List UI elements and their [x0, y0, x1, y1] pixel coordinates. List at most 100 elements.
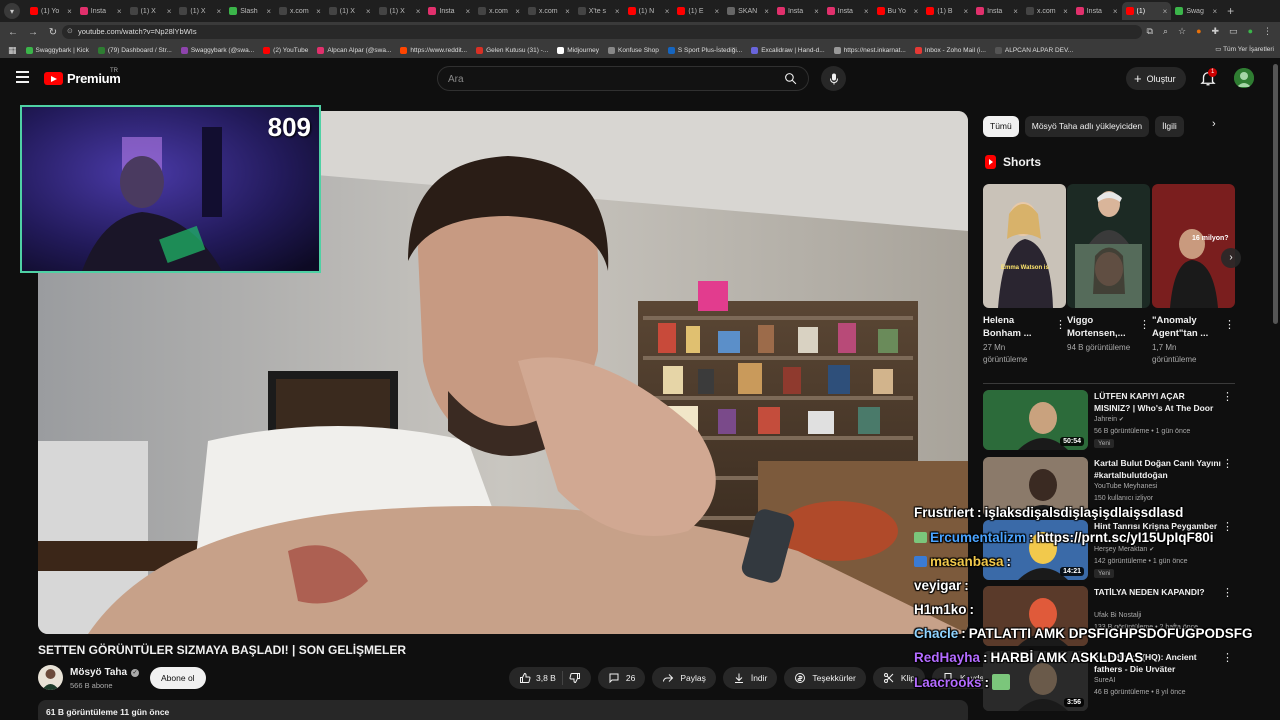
browser-menu-icon[interactable]: ⋮	[1263, 26, 1272, 37]
profile-icon[interactable]: ●	[1248, 26, 1253, 37]
bookmark-item[interactable]: Swaggybark | Kick	[25, 46, 89, 54]
like-button[interactable]: 3,8 B	[519, 672, 556, 684]
browser-tab[interactable]: (1) N ×	[624, 2, 674, 20]
comments-button[interactable]: 26	[597, 667, 646, 689]
recommendation-channel[interactable]: Herşey Meraktan ✔	[1094, 546, 1154, 553]
tab-close-icon[interactable]: ×	[466, 7, 471, 16]
browser-tab[interactable]: SKAN ×	[723, 2, 773, 20]
voice-search-button[interactable]	[821, 66, 846, 91]
account-avatar[interactable]	[1234, 68, 1254, 88]
filter-chip[interactable]: Tümü	[983, 116, 1019, 137]
bookmark-item[interactable]: Gelen Kutusu (31) -...	[476, 46, 548, 54]
browser-tab[interactable]: x.com ×	[474, 2, 524, 20]
browser-tab[interactable]: (1) X ×	[175, 2, 225, 20]
browser-tab[interactable]: Insta ×	[424, 2, 474, 20]
tab-close-icon[interactable]: ×	[963, 7, 968, 16]
short-thumbnail[interactable]: 16 milyon?	[1152, 184, 1235, 308]
bookmark-item[interactable]: https://nest.inkarnat...	[833, 46, 906, 54]
tab-close-icon[interactable]: ×	[217, 7, 222, 16]
short-thumbnail[interactable]	[1067, 184, 1150, 308]
browser-tab[interactable]: (1) X ×	[126, 2, 176, 20]
tab-close-icon[interactable]: ×	[565, 7, 570, 16]
dislike-button[interactable]	[569, 672, 581, 684]
short-thumbnail[interactable]: Emma Watson is	[983, 184, 1066, 308]
recommendation-channel[interactable]: YouTube Meyhanesi	[1094, 483, 1157, 490]
recommendation-card[interactable]: 50:54 LÜTFEN KAPIYI AÇAR MISINIZ? | Who's…	[983, 390, 1235, 452]
tab-close-icon[interactable]: ×	[615, 7, 620, 16]
all-bookmarks-link[interactable]: ▭ Tüm Yer İşaretleri	[1215, 45, 1274, 53]
browser-tab[interactable]: Slash ×	[225, 2, 275, 20]
browser-tab[interactable]: (1) B ×	[922, 2, 972, 20]
channel-name-link[interactable]: Mösyö Taha ✓	[70, 667, 140, 678]
more-vertical-icon[interactable]: ⋮	[1139, 318, 1150, 331]
channel-avatar[interactable]	[38, 665, 63, 690]
new-tab-button[interactable]: +	[1227, 4, 1234, 18]
search-input[interactable]	[448, 71, 768, 87]
scrollbar-thumb[interactable]	[1273, 64, 1278, 324]
forward-icon[interactable]: →	[26, 27, 40, 38]
tab-close-icon[interactable]: ×	[665, 7, 670, 16]
tab-close-icon[interactable]: ×	[67, 7, 72, 16]
bookmark-item[interactable]: S Sport Plus-İstediği...	[667, 46, 742, 54]
description-box[interactable]: 61 B görüntüleme 11 gün önce	[38, 700, 968, 720]
bookmark-star-icon[interactable]: ☆	[1178, 26, 1186, 37]
bookmark-item[interactable]: Konfuse Shop	[608, 46, 659, 54]
tab-search-menu-icon[interactable]: ▾	[4, 3, 20, 19]
browser-tab[interactable]: Insta ×	[972, 2, 1022, 20]
tab-close-icon[interactable]: ×	[316, 7, 321, 16]
more-vertical-icon[interactable]: ⋮	[1222, 520, 1233, 533]
recommendation-thumbnail[interactable]: 14:21	[983, 520, 1088, 580]
bookmark-item[interactable]: Alpcan Alpar (@swa...	[317, 46, 391, 54]
tab-close-icon[interactable]: ×	[167, 7, 172, 16]
site-info-icon[interactable]: ⊙	[67, 25, 73, 39]
tab-close-icon[interactable]: ×	[1113, 7, 1118, 16]
tab-close-icon[interactable]: ×	[1212, 7, 1217, 16]
bookmark-item[interactable]: (2) YouTube	[263, 46, 308, 54]
bookmark-item[interactable]: Swaggybark (@swa...	[180, 46, 254, 54]
tab-close-icon[interactable]: ×	[914, 7, 919, 16]
short-card[interactable]: Emma Watson is Helena Bonham ... 27 Mn g…	[983, 184, 1066, 366]
browser-tab[interactable]: x.com ×	[1022, 2, 1072, 20]
browser-tab[interactable]: (1) Yo ×	[26, 2, 76, 20]
browser-tab[interactable]: Insta ×	[76, 2, 126, 20]
tab-close-icon[interactable]: ×	[416, 7, 421, 16]
recommendation-channel[interactable]: SureAI	[1094, 677, 1115, 684]
browser-tab[interactable]: Insta ×	[773, 2, 823, 20]
tab-close-icon[interactable]: ×	[814, 7, 819, 16]
bookmark-item[interactable]: Midjourney	[557, 46, 599, 54]
bookmark-item[interactable]: https://www.reddit...	[400, 46, 467, 54]
short-card[interactable]: Viggo Mortensen,... 94 B görüntüleme ⋮	[1067, 184, 1150, 354]
more-vertical-icon[interactable]: ⋮	[1222, 651, 1233, 664]
extensions-puzzle-icon[interactable]: ✚	[1212, 26, 1220, 37]
reload-icon[interactable]: ↻	[46, 27, 60, 38]
install-app-icon[interactable]: ⧉	[1147, 26, 1153, 37]
tab-close-icon[interactable]: ×	[1013, 7, 1018, 16]
browser-tab[interactable]: Insta ×	[823, 2, 873, 20]
share-button[interactable]: Paylaş	[652, 667, 716, 689]
shorts-next-button[interactable]: ›	[1221, 248, 1241, 268]
create-button[interactable]: + Oluştur	[1126, 67, 1186, 90]
tab-close-icon[interactable]: ×	[515, 7, 520, 16]
browser-tab[interactable]: x.com ×	[524, 2, 574, 20]
subscribe-button[interactable]: Abone ol	[150, 667, 206, 689]
hamburger-menu-icon[interactable]	[16, 71, 29, 83]
bookmark-item[interactable]: (79) Dashboard / Str...	[97, 46, 172, 54]
thanks-button[interactable]: Teşekkürler	[784, 667, 866, 689]
filter-chip[interactable]: Mösyö Taha adlı yükleyiciden	[1024, 116, 1150, 137]
recommendation-thumbnail[interactable]: 50:54	[983, 390, 1088, 450]
tab-close-icon[interactable]: ×	[864, 7, 869, 16]
more-vertical-icon[interactable]: ⋮	[1055, 318, 1066, 331]
more-vertical-icon[interactable]: ⋮	[1224, 318, 1235, 331]
more-vertical-icon[interactable]: ⋮	[1222, 457, 1233, 470]
apps-grid-icon[interactable]: ▦	[8, 45, 17, 56]
recommendation-channel[interactable]: Jahrein ✔	[1094, 416, 1124, 423]
tab-close-icon[interactable]: ×	[1063, 7, 1068, 16]
browser-tab[interactable]: (1) X ×	[375, 2, 425, 20]
browser-tab[interactable]: Insta ×	[1072, 2, 1122, 20]
tab-close-icon[interactable]: ×	[266, 7, 271, 16]
short-card[interactable]: 16 milyon? "Anomaly Agent"tan ... 1,7 Mn…	[1152, 184, 1235, 366]
more-vertical-icon[interactable]: ⋮	[1222, 586, 1233, 599]
tab-close-icon[interactable]: ×	[1163, 7, 1168, 16]
recommendation-channel[interactable]: Ufak Bi Nostalji	[1094, 612, 1141, 619]
tab-close-icon[interactable]: ×	[117, 7, 122, 16]
